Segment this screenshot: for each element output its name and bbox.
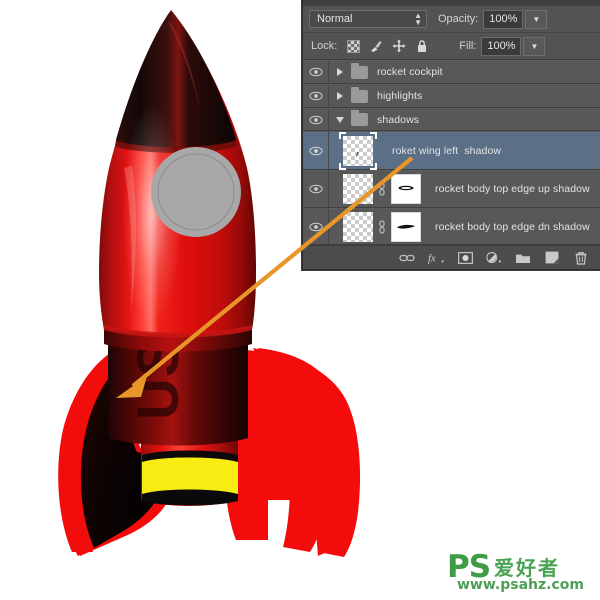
folder-open-icon xyxy=(351,113,368,126)
lock-image-pixels-icon[interactable] xyxy=(369,39,383,53)
layer-name: roket wing left shadow xyxy=(392,145,501,157)
watermark: PS 爱好者 www.psahz.com xyxy=(447,552,584,593)
layer-mask-thumbnail[interactable] xyxy=(391,212,421,242)
eye-icon xyxy=(309,184,323,194)
layer-thumbnail[interactable] xyxy=(343,136,373,166)
add-layer-mask-icon[interactable] xyxy=(457,250,473,266)
layer-visibility-toggle[interactable] xyxy=(303,109,329,130)
layer-thumbnail-wrap[interactable] xyxy=(343,174,373,204)
layer-list[interactable]: rocket cockpit highlights shadows xyxy=(303,60,600,245)
layer-thumbnail[interactable] xyxy=(343,212,373,242)
link-mask-icon[interactable] xyxy=(376,220,388,234)
folder-icon xyxy=(351,90,368,103)
layer-thumbnail-wrap[interactable] xyxy=(343,212,373,242)
watermark-url: www.psahz.com xyxy=(457,577,584,593)
eye-icon xyxy=(309,146,323,156)
eye-icon xyxy=(309,222,323,232)
layers-panel-toolbar[interactable]: fx xyxy=(303,245,600,269)
layer-name: rocket body top edge dn shadow xyxy=(435,221,590,233)
svg-text:fx: fx xyxy=(428,253,436,264)
layer-row-shadows[interactable]: shadows xyxy=(303,108,600,131)
lock-all-icon[interactable] xyxy=(415,39,429,53)
layer-visibility-toggle[interactable] xyxy=(303,132,329,169)
layer-name: rocket cockpit xyxy=(377,66,443,78)
lock-label: Lock: xyxy=(311,40,337,52)
new-group-icon[interactable] xyxy=(515,250,531,266)
layer-visibility-toggle[interactable] xyxy=(303,171,329,207)
thumbnail-content xyxy=(343,136,373,166)
eye-icon xyxy=(309,91,323,101)
mask-content xyxy=(393,176,419,202)
layer-style-fx-icon[interactable]: fx xyxy=(428,250,444,266)
group-expand-arrow-icon[interactable] xyxy=(333,68,347,76)
delete-layer-icon[interactable] xyxy=(573,250,589,266)
layer-row-rocket-body-top-edge-up-shadow[interactable]: rocket body top edge up shadow xyxy=(303,170,600,208)
lock-position-icon[interactable] xyxy=(392,39,406,53)
opacity-input[interactable]: 100% xyxy=(483,10,523,29)
blend-mode-select[interactable]: Normal ▲▼ xyxy=(309,10,427,28)
layer-row-highlights[interactable]: highlights xyxy=(303,84,600,108)
eye-icon xyxy=(309,115,323,125)
folder-icon xyxy=(351,66,368,79)
blend-mode-value: Normal xyxy=(317,13,352,25)
layer-name: highlights xyxy=(377,90,422,102)
lock-row: Lock: Fill: 100% ▼ xyxy=(303,33,600,60)
fill-dropdown-icon[interactable]: ▼ xyxy=(523,37,545,56)
chevron-updown-icon: ▲▼ xyxy=(414,12,422,26)
layer-visibility-toggle[interactable] xyxy=(303,85,329,107)
layer-name: rocket body top edge up shadow xyxy=(435,183,590,195)
lock-transparent-pixels-icon[interactable] xyxy=(346,39,360,53)
blend-opacity-row: Normal ▲▼ Opacity: 100% ▼ xyxy=(303,6,600,33)
fill-input[interactable]: 100% xyxy=(481,37,521,56)
layer-name: shadows xyxy=(377,114,419,126)
opacity-label: Opacity: xyxy=(438,13,478,25)
mask-content xyxy=(393,214,419,240)
eye-icon xyxy=(309,67,323,77)
layer-thumbnail[interactable] xyxy=(343,174,373,204)
layer-row-rocket-cockpit[interactable]: rocket cockpit xyxy=(303,60,600,84)
new-adjustment-layer-icon[interactable] xyxy=(486,250,502,266)
layer-row-roket-wing-left-shadow[interactable]: roket wing left shadow xyxy=(303,131,600,170)
layers-panel[interactable]: Normal ▲▼ Opacity: 100% ▼ Lock: Fill: 10… xyxy=(302,0,600,270)
fill-label: Fill: xyxy=(459,40,476,52)
panel-bottom-edge xyxy=(303,269,600,270)
opacity-dropdown-icon[interactable]: ▼ xyxy=(525,10,547,29)
layer-thumbnail-wrap[interactable] xyxy=(343,136,373,166)
link-mask-icon[interactable] xyxy=(376,182,388,196)
layer-mask-thumbnail[interactable] xyxy=(391,174,421,204)
layer-row-rocket-body-top-edge-dn-shadow[interactable]: rocket body top edge dn shadow xyxy=(303,208,600,245)
group-expand-arrow-icon[interactable] xyxy=(333,92,347,100)
layer-visibility-toggle[interactable] xyxy=(303,209,329,244)
link-layers-icon[interactable] xyxy=(399,250,415,266)
group-collapse-arrow-icon[interactable] xyxy=(333,117,347,123)
new-layer-icon[interactable] xyxy=(544,250,560,266)
layer-visibility-toggle[interactable] xyxy=(303,61,329,83)
